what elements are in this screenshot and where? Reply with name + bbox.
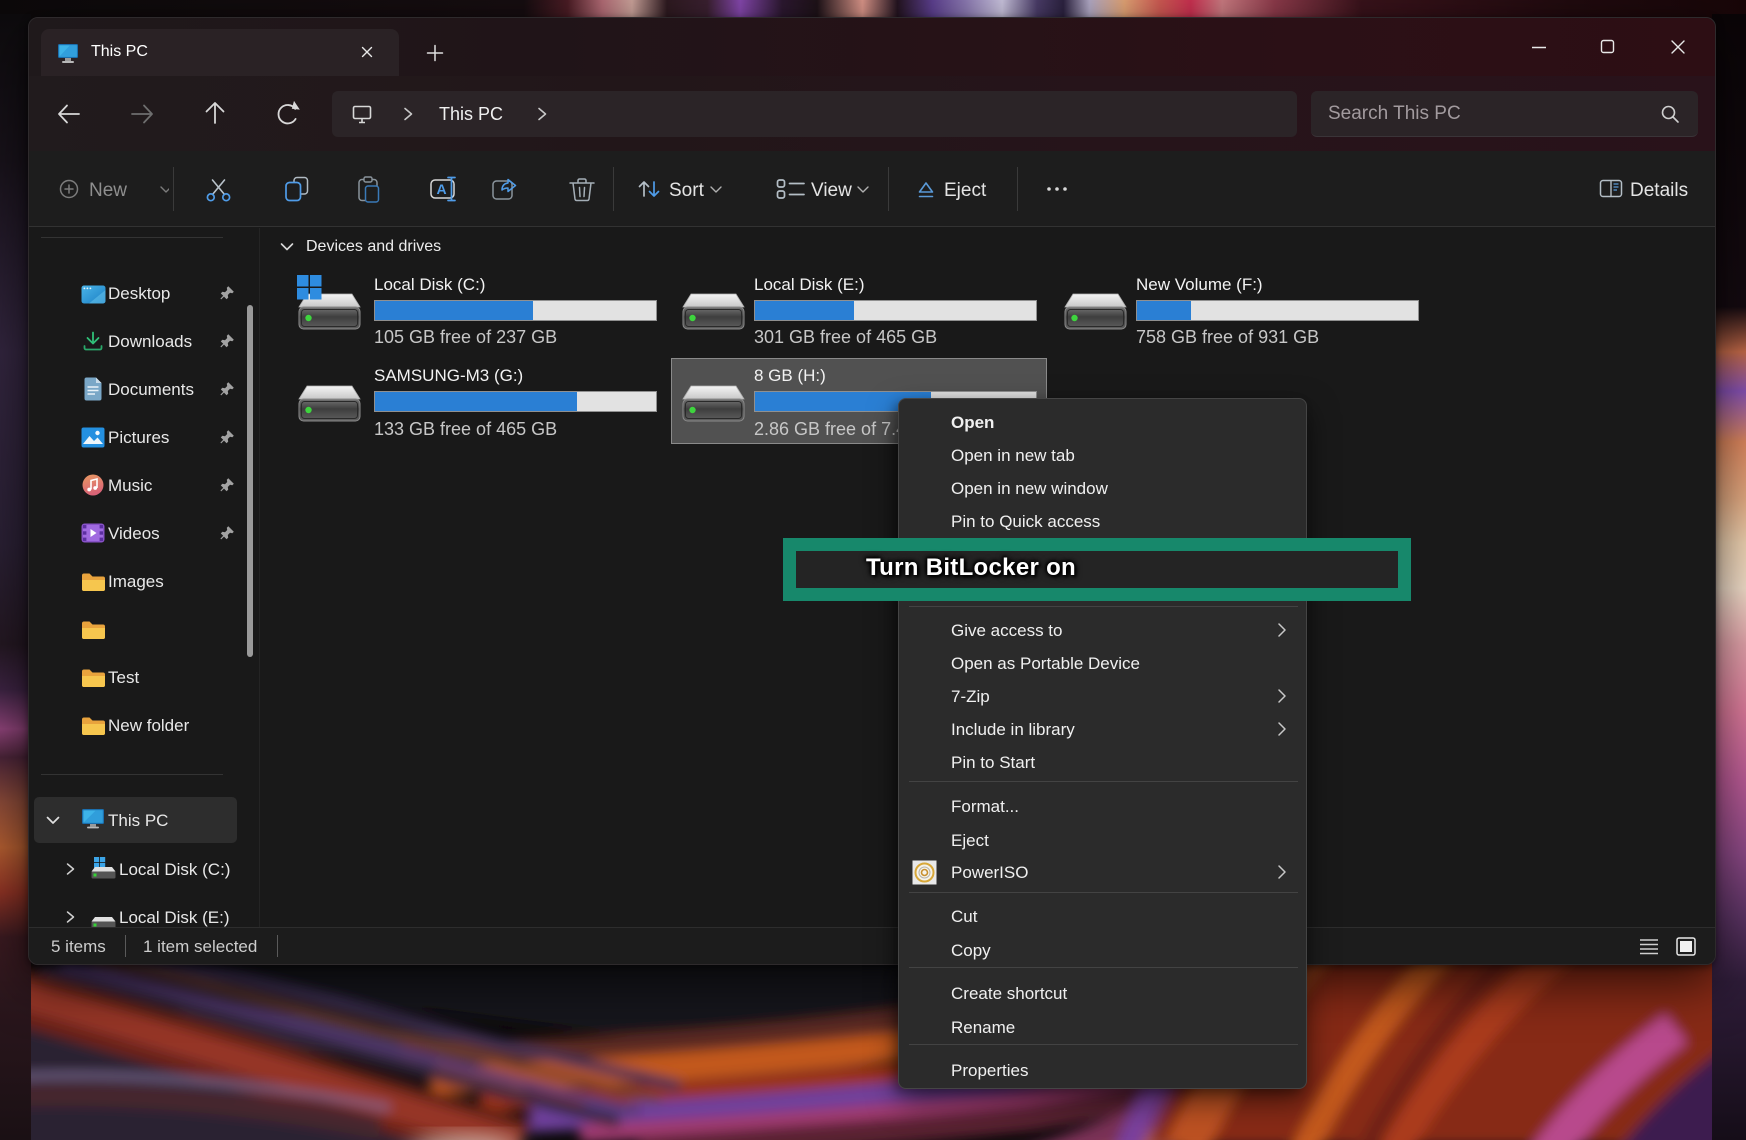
svg-text:View: View: [811, 180, 852, 201]
svg-text:A: A: [437, 181, 447, 197]
svg-text:Details: Details: [1630, 180, 1688, 201]
svg-text:New: New: [89, 180, 127, 201]
svg-text:Sort: Sort: [669, 180, 705, 201]
svg-text:Eject: Eject: [944, 180, 987, 201]
